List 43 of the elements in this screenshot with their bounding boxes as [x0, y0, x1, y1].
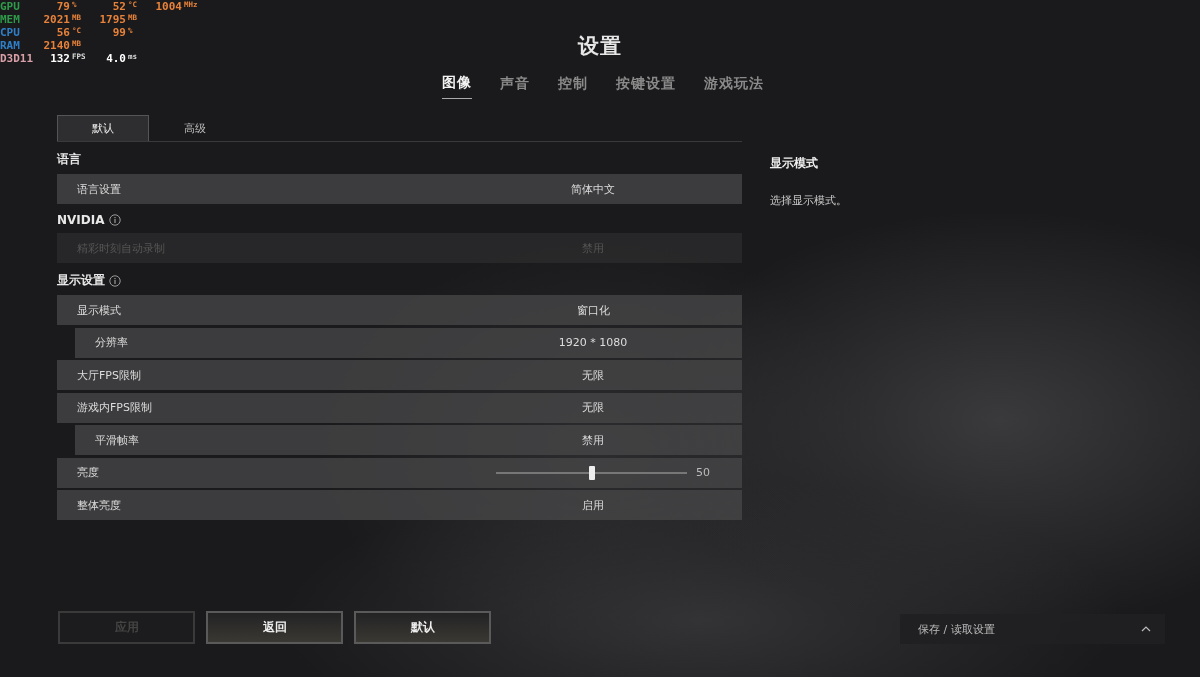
- tab[interactable]: 按键设置: [615, 74, 676, 99]
- overlay-value: 2021: [42, 13, 70, 26]
- subtab[interactable]: 默认: [57, 115, 149, 141]
- section-title: 语言: [57, 151, 81, 168]
- overlay-value: 56: [55, 26, 70, 39]
- overlay-label: D3D11: [0, 52, 35, 65]
- action-button[interactable]: 返回: [206, 611, 343, 644]
- overlay-value: 99: [111, 26, 126, 39]
- overlay-value: 79: [55, 0, 70, 13]
- overlay-label: CPU: [0, 26, 21, 39]
- overlay-label: MEM: [0, 13, 21, 26]
- info-icon[interactable]: [108, 214, 121, 226]
- section-title: 显示设置: [57, 272, 105, 289]
- page-title: 设置: [578, 33, 622, 60]
- overlay-value: 132: [49, 52, 70, 65]
- overlay-value: 52: [111, 0, 126, 13]
- slider-thumb[interactable]: [588, 465, 595, 480]
- setting-row[interactable]: 语言设置 简体中文: [57, 174, 742, 204]
- subtab[interactable]: 高级: [149, 115, 241, 141]
- info-icon[interactable]: [109, 274, 121, 287]
- setting-row[interactable]: 平滑帧率 禁用: [75, 425, 742, 455]
- setting-row[interactable]: 整体亮度 启用: [57, 490, 742, 520]
- overlay-value: 1795: [98, 13, 126, 26]
- tab[interactable]: 游戏玩法: [703, 74, 764, 99]
- overlay-value: 1004: [154, 0, 182, 13]
- tab[interactable]: 图像: [441, 74, 472, 99]
- caret-icon: [1141, 626, 1151, 632]
- section-title: NVIDIA: [57, 213, 105, 227]
- overlay-label: GPU: [0, 0, 21, 13]
- save-load-button[interactable]: 保存 / 读取设置: [900, 614, 1165, 644]
- setting-row[interactable]: 显示模式 窗口化: [57, 295, 742, 325]
- setting-row[interactable]: 大厅FPS限制 无限: [57, 360, 742, 390]
- overlay-label: RAM: [0, 39, 21, 52]
- help-title: 显示模式: [770, 155, 819, 172]
- setting-row[interactable]: 亮度 50: [57, 457, 742, 488]
- setting-row[interactable]: 分辨率 1920 * 1080: [75, 327, 742, 358]
- overlay-value: 2140: [42, 39, 70, 52]
- tab[interactable]: 声音: [499, 74, 530, 99]
- overlay-value: 4.0: [105, 52, 126, 65]
- action-button[interactable]: 默认: [354, 611, 491, 644]
- tab[interactable]: 控制: [557, 74, 588, 99]
- setting-row[interactable]: 游戏内FPS限制 无限: [57, 392, 742, 423]
- help-text: 选择显示模式。: [770, 194, 847, 208]
